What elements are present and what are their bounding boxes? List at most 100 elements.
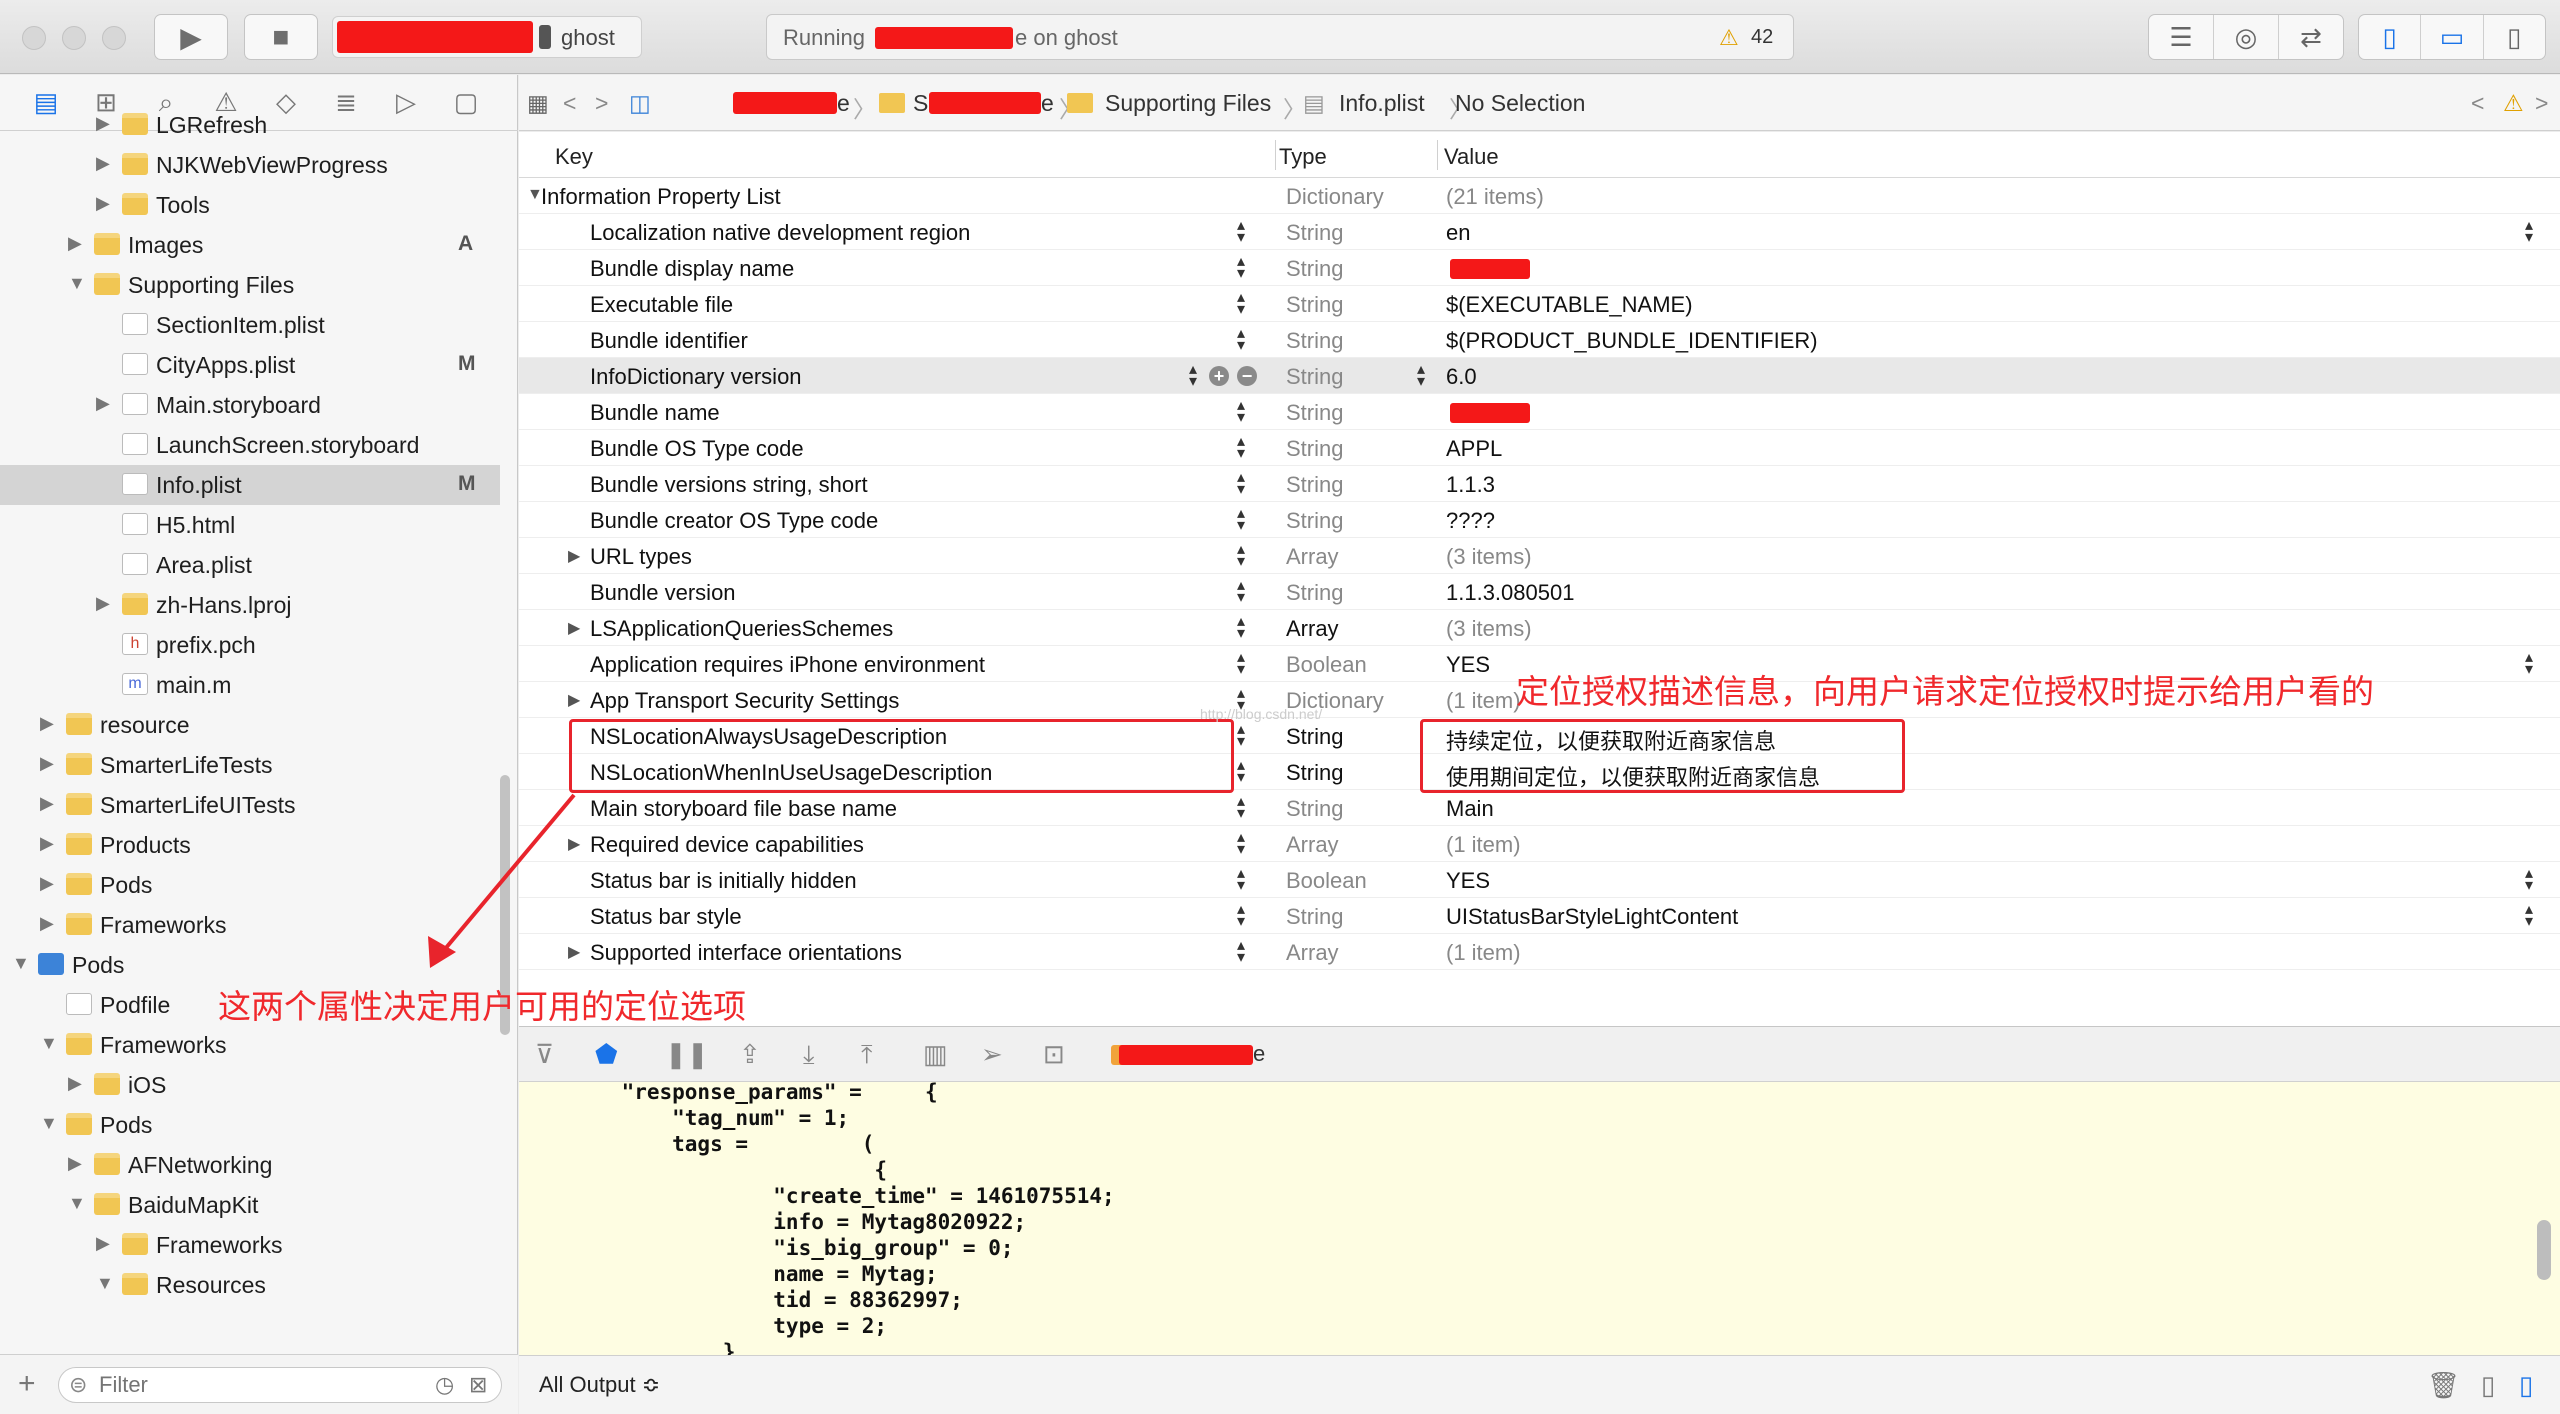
jumpbar-crumb-supporting-files[interactable]: Supporting Files [1105,90,1271,117]
plist-type[interactable]: Array [1286,832,1339,858]
plist-key[interactable]: Bundle creator OS Type code [590,508,878,534]
plist-type[interactable]: String [1286,472,1343,498]
step-into-icon[interactable]: ⤓ [803,1039,815,1071]
disclosure-closed-icon[interactable]: ▶ [568,546,580,566]
navigator-item[interactable]: ▶ Frameworks [0,905,500,945]
disclosure-closed-icon[interactable]: ▶ [568,618,580,638]
navigator-item[interactable]: ▶ NJKWebViewProgress [0,145,500,185]
plist-row[interactable]: ▶ URL types ▴ ▾ Array (3 items) [519,538,2560,574]
plist-type[interactable]: Boolean [1286,652,1367,678]
navigator-item[interactable]: ▶ Tools [0,185,500,225]
navigator-item[interactable]: ▼ Frameworks [0,1025,500,1065]
navigator-item[interactable]: ▼ Resources [0,1265,500,1305]
version-editor-icon[interactable]: ⇄ [2279,15,2343,59]
column-header-value[interactable]: Value [1444,144,1499,170]
remove-row-icon[interactable]: − [1237,366,1257,386]
navigator-item[interactable]: ▶ zh-Hans.lproj [0,585,500,625]
disclosure-open-icon[interactable]: ▼ [12,953,30,974]
plist-row[interactable]: Localization native development region ▴ ▾… [519,214,2560,250]
plist-key[interactable]: Status bar style [590,904,742,930]
plist-type[interactable]: String [1286,220,1343,246]
navigator-item[interactable]: ▼ Pods [0,1105,500,1145]
navigator-item[interactable]: ▶ Main.storyboard [0,385,500,425]
plist-row[interactable]: Status bar is initially hidden ▴ ▾ Boolean Y… [519,862,2560,898]
plist-value[interactable]: (21 items) [1446,184,1544,210]
jumpbar-crumb-file[interactable]: Info.plist [1339,90,1425,117]
console-view-toggle-icon[interactable]: ▯ [2519,1370,2533,1401]
disclosure-closed-icon[interactable]: ▶ [40,913,54,934]
disclosure-closed-icon[interactable]: ▶ [40,833,54,854]
plist-key[interactable]: Status bar is initially hidden [590,868,857,894]
navigator-item[interactable]: ▶ Pods [0,865,500,905]
plist-type[interactable]: String [1286,580,1343,606]
jumpbar-crumb-project[interactable]: e [837,90,850,117]
plist-type[interactable]: Array [1286,940,1339,966]
stop-button[interactable]: ■ [244,14,318,60]
warning-icon[interactable]: ⚠ [1719,25,1739,51]
disclosure-closed-icon[interactable]: ▶ [96,153,110,174]
trash-icon[interactable]: 🗑 [2427,1370,2460,1401]
navigator-item[interactable]: ▶ iOS [0,1065,500,1105]
plist-key[interactable]: Supported interface orientations [590,940,902,966]
disclosure-open-icon[interactable]: ▼ [40,1113,58,1134]
plist-key[interactable]: Bundle version [590,580,736,606]
plist-row[interactable]: Bundle creator OS Type code ▴ ▾ String???? [519,502,2560,538]
view-debugger-icon[interactable]: ▥ [923,1039,948,1070]
plist-key[interactable]: InfoDictionary version [590,364,802,390]
disclosure-open-icon[interactable]: ▼ [96,1273,114,1294]
key-stepper-icon[interactable]: ▴ ▾ [1237,470,1245,498]
simulate-location-icon[interactable]: ➢ [981,1039,1003,1070]
debug-area-toggle-icon[interactable]: ▭ [2421,15,2484,59]
assistant-editor-icon[interactable]: ◎ [2214,15,2279,59]
type-stepper-icon[interactable]: ▴ ▾ [1417,362,1425,390]
plist-row[interactable]: Bundle display name ▴ ▾ String [519,250,2560,286]
step-over-icon[interactable]: ⇪ [739,1039,761,1070]
filter-field[interactable]: ⊜ ◷ ⊠ [58,1367,502,1403]
plist-type[interactable]: String [1286,904,1343,930]
debug-target-suffix[interactable]: e [1253,1041,1265,1067]
plist-type[interactable]: String [1286,724,1343,750]
navigator-item[interactable]: Info.plist M [0,465,500,505]
plist-key[interactable]: Bundle OS Type code [590,436,804,462]
console-output[interactable]: "response_params" = { "tag_num" = 1; tag… [519,1082,2560,1355]
issue-warning-icon[interactable]: ⚠ [2503,90,2524,117]
key-stepper-icon[interactable]: ▴ ▾ [1237,938,1245,966]
plist-value[interactable]: 1.1.3.080501 [1446,580,1574,606]
plist-type[interactable]: Boolean [1286,868,1367,894]
plist-row[interactable]: Bundle versions string, short ▴ ▾ String 1.1… [519,466,2560,502]
variables-view-toggle-icon[interactable]: ▯ [2481,1370,2495,1401]
plist-row[interactable]: Executable file ▴ ▾ String $(EXECUTABLE_NAME… [519,286,2560,322]
plist-row[interactable]: Main storyboard file base name ▴ ▾ String Ma… [519,790,2560,826]
plist-type[interactable]: String [1286,760,1343,786]
plist-type[interactable]: Dictionary [1286,184,1384,210]
back-chevron-icon[interactable]: < [563,90,576,117]
forward-chevron-icon[interactable]: > [595,90,608,117]
plist-key[interactable]: Application requires iPhone environment [590,652,985,678]
plist-value[interactable]: (1 item) [1446,940,1521,966]
key-stepper-icon[interactable]: ▴ ▾ [1237,794,1245,822]
navigator-item[interactable]: m main.m [0,665,500,705]
scheme-selector[interactable]: ghost [332,16,642,58]
jumpbar-crumb-group-prefix[interactable]: S [913,90,928,117]
close-window-button[interactable] [22,26,46,50]
key-stepper-icon[interactable]: ▴ ▾ [1237,398,1245,426]
disclosure-closed-icon[interactable]: ▶ [568,942,580,962]
plist-key[interactable]: Required device capabilities [590,832,864,858]
column-divider[interactable] [1275,140,1276,170]
plist-row[interactable]: Bundle identifier ▴ ▾ String $(PRODUCT_BUNDL… [519,322,2560,358]
plist-type[interactable]: String [1286,292,1343,318]
navigator-item[interactable]: ▶ Images A [0,225,500,265]
next-issue-chevron-icon[interactable]: > [2535,90,2548,117]
standard-editor-icon[interactable]: ☰ [2149,15,2214,59]
plist-key[interactable]: Localization native development region [590,220,970,246]
plist-row[interactable]: ▼ Information Property List Dictionary (21 … [519,178,2560,214]
key-stepper-icon[interactable]: ▴ ▾ [1237,578,1245,606]
plist-row[interactable]: ▶ Required device capabilities ▴ ▾ Array (1 i… [519,826,2560,862]
plist-key[interactable]: Information Property List [541,184,781,210]
disclosure-open-icon[interactable]: ▼ [40,1033,58,1054]
camera-icon[interactable]: ⊡ [1043,1039,1065,1070]
disclosure-closed-icon[interactable]: ▶ [96,113,110,134]
plist-type[interactable]: String [1286,364,1343,390]
column-divider[interactable] [1437,140,1438,170]
navigator-toggle-icon[interactable]: ▯ [2359,15,2422,59]
